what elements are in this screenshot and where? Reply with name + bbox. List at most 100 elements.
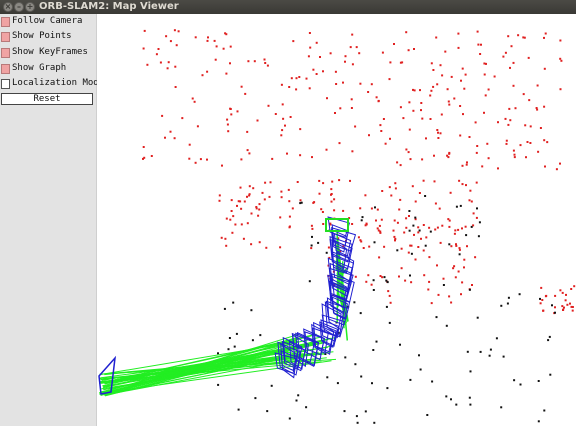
map-point [554, 311, 556, 314]
show-graph-checkbox[interactable] [1, 64, 10, 74]
option-show-graph[interactable]: Show Graph [0, 62, 96, 77]
option-show-points[interactable]: Show Points [0, 30, 96, 45]
map-point-red [295, 88, 298, 91]
map-point-red [570, 305, 573, 308]
map-point-red [545, 294, 548, 297]
minimize-icon[interactable]: – [14, 2, 24, 12]
map-point-red [466, 245, 468, 248]
map-point-red [281, 103, 284, 106]
map-point-red [474, 121, 477, 124]
option-show-keyframes[interactable]: Show KeyFrames [0, 46, 96, 61]
reset-button[interactable]: Reset [1, 93, 93, 105]
map-point-red [315, 41, 318, 44]
map-point [356, 421, 359, 424]
map-point [371, 382, 373, 385]
show-keyframes-checkbox[interactable] [1, 48, 10, 58]
map-point-red [573, 285, 576, 288]
map-point-red [554, 294, 557, 297]
map-point-red [544, 165, 546, 168]
map-point [549, 373, 552, 376]
localization-mode-checkbox[interactable] [1, 79, 10, 89]
show-points-checkbox[interactable] [1, 32, 10, 42]
maximize-icon[interactable]: + [25, 2, 35, 12]
map-point [450, 398, 452, 401]
map-point-red [320, 208, 323, 211]
close-icon[interactable]: × [3, 2, 13, 12]
map-point-red [311, 227, 314, 230]
map-viewer-canvas[interactable] [97, 14, 576, 426]
map-point [373, 241, 376, 244]
map-point-red [475, 151, 478, 154]
map-point [537, 380, 540, 382]
map-point-red [351, 63, 354, 66]
map-point-red [472, 212, 475, 215]
map-point-red [310, 247, 313, 250]
map-point [468, 396, 471, 399]
map-point-red [464, 73, 467, 76]
map-point [500, 406, 503, 409]
map-point-red [401, 61, 404, 64]
map-point-red [419, 89, 421, 92]
map-point-red [540, 286, 543, 289]
map-point [455, 205, 458, 208]
map-point-red [291, 207, 294, 210]
map-point-red [246, 195, 248, 198]
map-point-red [247, 60, 250, 63]
map-point [374, 206, 376, 209]
map-point [412, 224, 415, 227]
map-point-red [322, 223, 325, 225]
map-point-red [409, 244, 412, 247]
map-point-red [457, 32, 460, 35]
option-follow-camera[interactable]: Follow Camera [0, 15, 96, 30]
map-point-red [474, 256, 477, 259]
map-point [235, 332, 238, 335]
map-point-red [288, 86, 291, 88]
map-point-red [525, 156, 527, 159]
map-point [408, 229, 411, 232]
map-point [410, 252, 413, 255]
map-point-red [222, 47, 225, 50]
map-point-red [334, 112, 336, 114]
map-point [396, 249, 399, 252]
map-point-red [367, 274, 370, 277]
map-point-red [420, 237, 422, 240]
map-point-red [461, 281, 464, 284]
map-point-red [368, 245, 371, 248]
show-graph-label: Show Graph [12, 63, 67, 73]
map-point [500, 304, 503, 307]
map-point-red [512, 61, 515, 64]
map-point-red [342, 209, 345, 212]
map-point-red [509, 66, 511, 69]
map-point-red [450, 245, 453, 248]
map-point [217, 352, 219, 355]
map-point-red [322, 182, 325, 185]
map-point-red [321, 211, 324, 213]
map-visualization[interactable] [97, 14, 576, 426]
map-point [445, 395, 448, 398]
map-point-red [339, 107, 342, 110]
map-point [448, 243, 451, 246]
option-localization-mode[interactable]: Localization Mode [0, 77, 104, 92]
map-point [360, 219, 363, 222]
map-point-red [487, 88, 490, 91]
map-point-red [246, 130, 249, 133]
map-point-red [330, 200, 333, 203]
map-point [408, 210, 411, 212]
map-point-red [463, 87, 466, 90]
map-point [343, 410, 346, 413]
map-point [383, 276, 386, 279]
map-point-red [396, 221, 399, 224]
map-point-red [441, 224, 444, 227]
map-point-red [181, 117, 184, 120]
map-point-red [237, 200, 240, 203]
map-point-red [460, 79, 462, 82]
map-point-red [362, 247, 365, 249]
follow-camera-checkbox[interactable] [1, 17, 10, 27]
map-point [518, 293, 521, 296]
map-point-red [476, 30, 479, 33]
map-point [360, 375, 363, 378]
map-point-red [327, 246, 330, 249]
map-point [418, 354, 420, 357]
map-point-red [224, 237, 227, 240]
map-point [259, 334, 262, 337]
